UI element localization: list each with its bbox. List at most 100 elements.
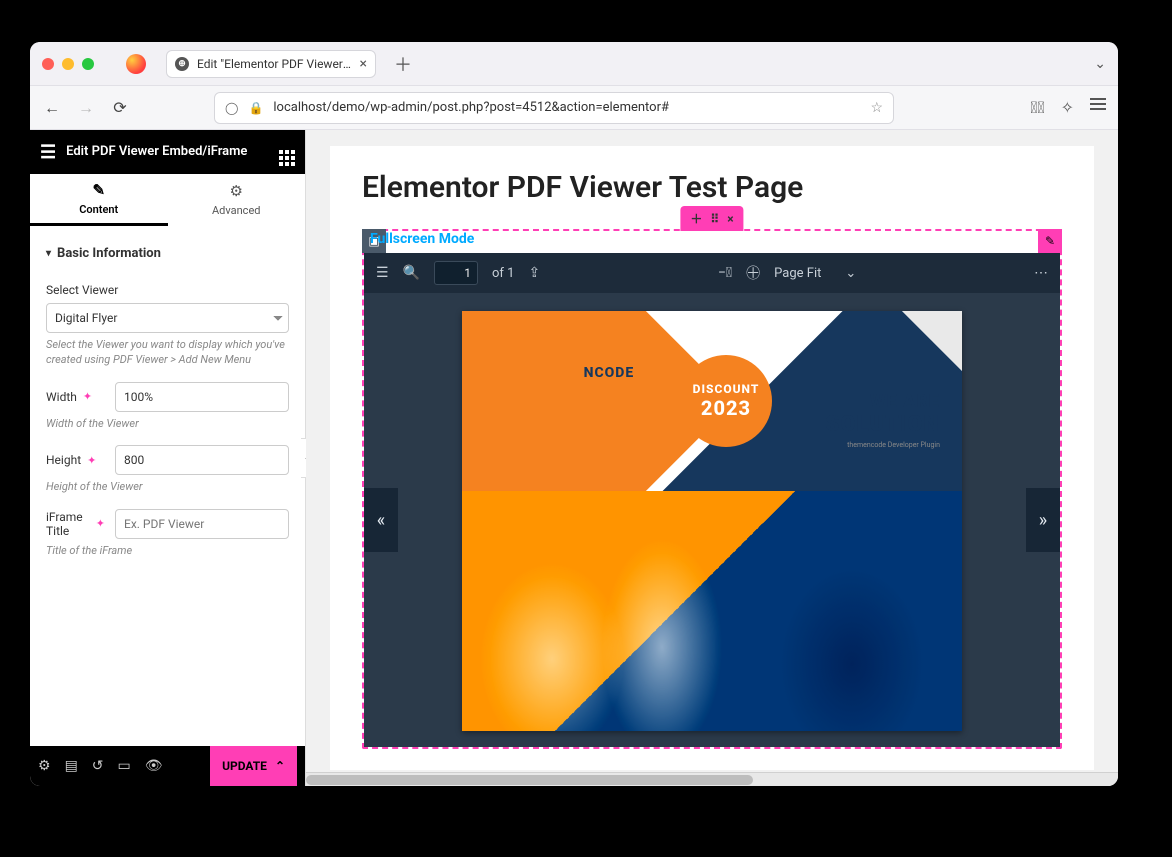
browser-titlebar: ⊕ Edit "Elementor PDF Viewer Te… × ＋ ⌄ (30, 42, 1118, 86)
preview-page: Elementor PDF Viewer Test Page ＋ ⠿ × ▣ ✎… (330, 146, 1094, 770)
back-button[interactable]: ← (42, 98, 62, 118)
page-total-label: of 1 (492, 266, 514, 281)
lock-icon: 🔒 (248, 101, 263, 115)
height-input[interactable] (115, 445, 289, 475)
horizontal-scrollbar[interactable] (306, 772, 1118, 786)
tab-title: Edit "Elementor PDF Viewer Te… (197, 57, 352, 71)
scrollbar-thumb[interactable] (306, 775, 753, 785)
close-window-button[interactable] (42, 58, 54, 70)
discount-top: DISCOUNT (693, 382, 760, 396)
zoom-select[interactable]: Page Fit ⌄ (774, 266, 856, 281)
section-basic-information[interactable]: ▾ Basic Information (46, 240, 289, 275)
new-tab-button[interactable]: ＋ (394, 51, 412, 77)
delete-section-button[interactable]: × (727, 212, 733, 226)
browser-window: ⊕ Edit "Elementor PDF Viewer Te… × ＋ ⌄ ←… (30, 42, 1118, 786)
last-page-button[interactable]: » (1026, 488, 1060, 552)
tab-favicon-icon: ⊕ (175, 57, 189, 71)
update-button[interactable]: UPDATE ⌃ (210, 746, 297, 786)
more-menu-icon[interactable]: ⋯ (1034, 265, 1048, 281)
field-select-viewer: Select Viewer Digital Flyer Select the V… (46, 283, 289, 368)
height-label: Height (46, 453, 81, 467)
fullscreen-mode-link[interactable]: Fullscreen Mode (370, 231, 474, 247)
caret-down-icon: ▾ (46, 248, 51, 259)
flyer-brand-a: THEME (532, 365, 584, 381)
elements-panel-button[interactable] (279, 138, 295, 166)
drag-section-handle[interactable]: ⠿ (710, 212, 719, 226)
sidebar-toggle-icon[interactable]: ☰ (376, 265, 389, 281)
firefox-logo-icon (126, 54, 146, 74)
extensions-icon[interactable]: ✧ (1061, 98, 1074, 117)
gear-icon: ⚙ (230, 182, 243, 200)
width-help: Width of the Viewer (46, 416, 289, 431)
width-input[interactable] (115, 382, 289, 412)
zoom-label: Page Fit (774, 266, 821, 281)
iframe-title-label: iFrame Title (46, 510, 90, 538)
window-controls (42, 58, 94, 70)
update-button-label: UPDATE (222, 759, 267, 773)
flyer-photo (462, 491, 962, 731)
widget-title: Edit PDF Viewer Embed/iFrame (66, 144, 247, 160)
dynamic-icon[interactable]: ✦ (96, 517, 105, 530)
field-height: Height ✦ (46, 445, 289, 475)
responsive-icon[interactable]: ▭ (118, 758, 131, 774)
bookmark-star-button[interactable]: ☆ (870, 100, 883, 116)
tab-close-button[interactable]: × (360, 56, 367, 72)
menu-icon[interactable]: ☰ (40, 142, 56, 163)
flyer-brand: THEMENCODE (532, 365, 634, 381)
select-viewer-dropdown[interactable]: Digital Flyer (46, 303, 289, 333)
flyer-line2: SOLUTION (826, 412, 940, 437)
toolbar-right: ⌄⃝ ✧ (1030, 98, 1106, 117)
dynamic-icon[interactable]: ✦ (83, 390, 92, 403)
forward-button[interactable]: → (76, 98, 96, 118)
select-viewer-help: Select the Viewer you want to display wh… (46, 337, 289, 368)
first-page-button[interactable]: « (364, 488, 398, 552)
flyer-brand-b: NCODE (584, 365, 635, 381)
zoom-out-icon[interactable]: −⃝ (718, 265, 732, 281)
tab-advanced[interactable]: ⚙ Advanced (168, 174, 306, 226)
maximize-window-button[interactable] (82, 58, 94, 70)
discount-badge: DISCOUNT 2023 (680, 355, 772, 447)
sidebar-footer: ⚙ ▤ ↺ ▭ 👁 UPDATE ⌃ (30, 746, 305, 786)
sidebar-body: ▾ Basic Information Select Viewer Digita… (30, 226, 305, 746)
zoom-in-icon[interactable]: ＋⃝ (746, 263, 760, 283)
height-help: Height of the Viewer (46, 479, 289, 494)
grid-icon (279, 150, 295, 166)
section-title: Basic Information (57, 246, 161, 261)
pocket-icon[interactable]: ⌄⃝ (1030, 98, 1044, 117)
iframe-title-input[interactable] (115, 509, 289, 539)
add-section-button[interactable]: ＋ (690, 210, 702, 227)
pdf-content: THEMENCODE DISCOUNT 2023 WE ARE SOLUTION… (364, 293, 1060, 747)
elementor-editor: ☰ Edit PDF Viewer Embed/iFrame ✎ Content… (30, 130, 1118, 786)
reload-button[interactable]: ⟳ (110, 98, 130, 117)
chevron-down-icon: ⌄ (845, 266, 856, 281)
chevron-up-icon: ⌃ (275, 759, 285, 773)
search-icon[interactable]: 🔍 (403, 265, 420, 281)
pdf-widget-frame[interactable]: ▣ ✎ Fullscreen Mode ☰ 🔍 of 1 ⇪ (362, 229, 1062, 749)
browser-tab[interactable]: ⊕ Edit "Elementor PDF Viewer Te… × (166, 50, 376, 78)
editor-sidebar: ☰ Edit PDF Viewer Embed/iFrame ✎ Content… (30, 130, 306, 786)
tab-advanced-label: Advanced (212, 204, 260, 217)
history-icon[interactable]: ↺ (92, 758, 104, 774)
edit-widget-button[interactable]: ✎ (1038, 229, 1062, 253)
tabs-overflow-button[interactable]: ⌄ (1094, 56, 1106, 72)
page-number-input[interactable] (434, 261, 478, 285)
settings-icon[interactable]: ⚙ (38, 758, 51, 774)
shield-icon: ◯ (225, 101, 238, 115)
pdf-toolbar: ☰ 🔍 of 1 ⇪ −⃝ ＋⃝ Page (364, 253, 1060, 293)
share-icon[interactable]: ⇪ (528, 265, 540, 281)
iframe-title-help: Title of the iFrame (46, 543, 289, 558)
page-title: Elementor PDF Viewer Test Page (362, 170, 1062, 205)
dynamic-icon[interactable]: ✦ (87, 454, 96, 467)
pdf-page: THEMENCODE DISCOUNT 2023 WE ARE SOLUTION… (462, 311, 962, 731)
minimize-window-button[interactable] (62, 58, 74, 70)
pdf-viewer: ☰ 🔍 of 1 ⇪ −⃝ ＋⃝ Page (364, 253, 1060, 747)
preview-icon[interactable]: 👁 (145, 758, 163, 774)
sidebar-header: ☰ Edit PDF Viewer Embed/iFrame (30, 130, 305, 174)
tab-content[interactable]: ✎ Content (30, 174, 168, 226)
address-bar[interactable]: ◯ 🔒 localhost/demo/wp-admin/post.php?pos… (214, 92, 894, 124)
navigator-icon[interactable]: ▤ (65, 758, 78, 774)
tab-content-label: Content (79, 203, 118, 216)
sidebar-tabs: ✎ Content ⚙ Advanced (30, 174, 305, 226)
select-viewer-label: Select Viewer (46, 283, 289, 297)
app-menu-button[interactable] (1090, 98, 1106, 117)
